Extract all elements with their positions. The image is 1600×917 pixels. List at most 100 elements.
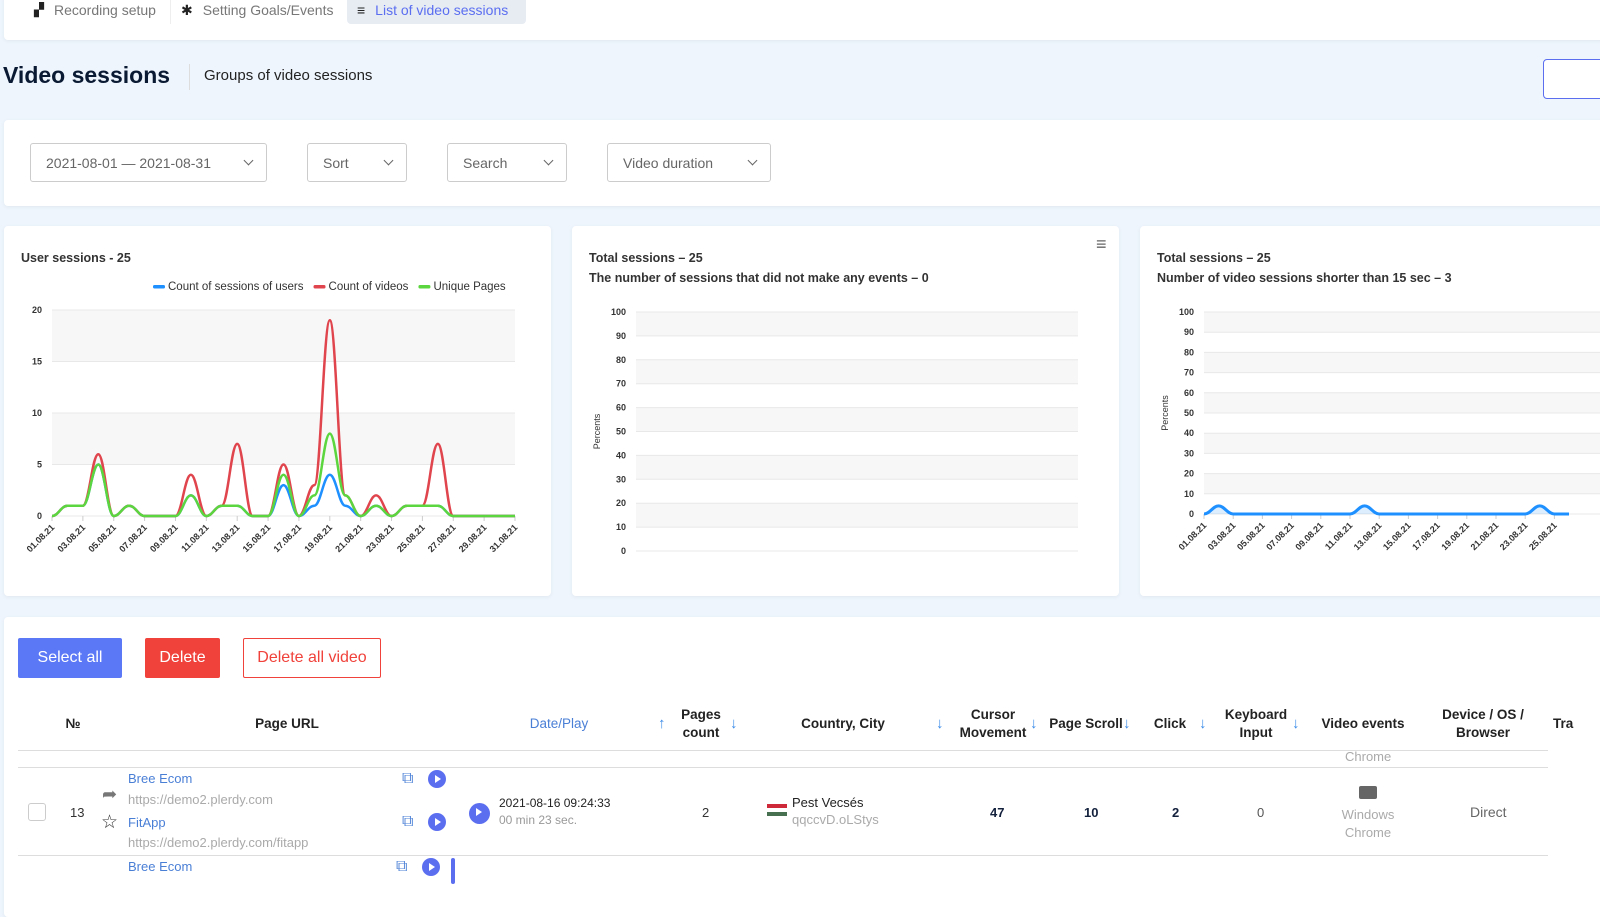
x-tick-label: 11.08.21 [179, 522, 210, 553]
legend-label: Count of videos [329, 281, 409, 293]
city: Pest Vecsés [792, 795, 864, 810]
play-icon[interactable] [428, 813, 446, 831]
external-link-icon[interactable]: ⧉ [402, 770, 413, 788]
external-link-icon[interactable]: ⧉ [396, 858, 407, 876]
session-date: 2021-08-16 09:24:33 [499, 796, 611, 810]
y-tick-label: 0 [1189, 509, 1194, 519]
sort-desc-icon[interactable]: ↓ [1292, 715, 1300, 732]
pages-count: 2 [702, 805, 710, 820]
y-tick-label: 5 [37, 460, 42, 470]
row-divider [18, 767, 1548, 768]
desktop-icon [1359, 786, 1377, 799]
y-tick-label: 10 [1184, 489, 1194, 499]
y-tick-label: 90 [1184, 327, 1194, 337]
x-tick-label: 01.08.21 [25, 522, 57, 554]
y-tick-label: 20 [32, 305, 42, 315]
page-name[interactable]: FitApp [128, 815, 166, 830]
sort-desc-icon[interactable]: ↓ [1123, 715, 1131, 732]
x-tick-label: 21.08.21 [333, 522, 365, 554]
x-tick-label: 11.08.21 [1323, 520, 1354, 551]
grid-band [636, 455, 1078, 480]
x-tick-label: 25.08.21 [395, 522, 427, 554]
y-tick-label: 50 [1184, 408, 1194, 418]
charts-layer: 0510152001.08.21 03.08.21 05.08.21 07.08.21… [25, 281, 1600, 556]
sort-desc-icon[interactable]: ↓ [1030, 715, 1038, 732]
page-url: https://demo2.plerdy.com/fitapp [128, 835, 309, 850]
select-all-button[interactable]: Select all [18, 638, 122, 678]
page-url: https://demo2.plerdy.com [128, 792, 273, 807]
visitor-id: qqccvD.oLStys [792, 812, 879, 827]
y-tick-label: 20 [1184, 469, 1194, 479]
grid-band [1204, 312, 1600, 333]
row-divider [18, 750, 1548, 751]
x-tick-label: 23.08.21 [1498, 520, 1530, 552]
x-tick-label: 19.08.21 [302, 522, 334, 554]
y-tick-label: 10 [616, 522, 626, 532]
traffic-source: Direct [1470, 804, 1507, 820]
delete-button[interactable]: Delete [145, 638, 220, 678]
grid-band [1204, 392, 1600, 413]
grid-band [636, 503, 1078, 528]
header-traffic: Tra [1553, 716, 1574, 731]
click-count: 2 [1172, 805, 1180, 820]
page-scroll: 10 [1084, 805, 1099, 820]
x-tick-label: 23.08.21 [364, 522, 396, 554]
y-axis-label: Percents [592, 413, 602, 449]
scroll-indicator[interactable] [451, 858, 455, 884]
x-tick-label: 07.08.21 [117, 522, 149, 554]
page-name[interactable]: Bree Ecom [128, 859, 192, 874]
x-tick-label: 05.08.21 [1235, 520, 1267, 552]
grid-band [52, 310, 515, 362]
x-tick-label: 19.08.21 [1439, 520, 1471, 552]
row-checkbox[interactable] [28, 803, 46, 821]
play-icon[interactable] [422, 858, 440, 876]
y-tick-label: 70 [616, 379, 626, 389]
share-icon[interactable]: ➦ [102, 784, 117, 805]
x-tick-label: 15.08.21 [1381, 520, 1413, 552]
y-tick-label: 0 [37, 511, 42, 521]
sort-asc-icon[interactable]: ↑ [658, 715, 666, 732]
grid-band [636, 312, 1078, 336]
x-tick-label: 17.08.21 [1410, 520, 1442, 552]
grid-band [1204, 352, 1600, 373]
grid-band [636, 359, 1078, 384]
grid-band [1204, 473, 1600, 494]
header-scroll: Page Scroll [1049, 716, 1123, 731]
sort-desc-icon[interactable]: ↓ [1199, 715, 1207, 732]
legend-swatch [418, 285, 431, 289]
x-tick-label: 17.08.21 [271, 522, 303, 554]
y-tick-label: 50 [616, 427, 626, 437]
x-tick-label: 21.08.21 [1469, 520, 1501, 552]
delete-all-video-button[interactable]: Delete all video [243, 638, 381, 678]
sort-desc-icon[interactable]: ↓ [936, 715, 944, 732]
star-icon[interactable]: ☆ [101, 811, 118, 834]
play-session-button[interactable] [469, 803, 490, 824]
hungary-flag-icon [767, 804, 787, 816]
sort-desc-icon[interactable]: ↓ [730, 715, 738, 732]
x-tick-label: 31.08.21 [488, 522, 520, 554]
header-video-events: Video events [1321, 716, 1405, 731]
x-tick-label: 03.08.21 [55, 522, 87, 554]
y-tick-label: 30 [616, 474, 626, 484]
prev-row-browser: Chrome [1345, 749, 1392, 764]
series-line-0 [1203, 504, 1569, 516]
x-tick-label: 27.08.21 [426, 522, 458, 554]
grid-band [52, 413, 515, 465]
x-tick-label: 05.08.21 [86, 522, 118, 554]
legend-label: Unique Pages [433, 281, 505, 293]
os: Windows [1341, 807, 1395, 822]
x-tick-label: 01.08.21 [1177, 520, 1209, 552]
y-tick-label: 20 [616, 498, 626, 508]
external-link-icon[interactable]: ⧉ [402, 813, 413, 831]
page-name[interactable]: Bree Ecom [128, 771, 192, 786]
y-tick-label: 100 [1179, 307, 1194, 317]
x-tick-label: 09.08.21 [148, 522, 180, 554]
legend-swatch [313, 285, 326, 289]
keyboard-input: 0 [1257, 805, 1265, 820]
play-icon[interactable] [428, 770, 446, 788]
x-tick-label: 13.08.21 [210, 522, 242, 554]
y-tick-label: 0 [621, 546, 626, 556]
header-date-play[interactable]: Date/Play [509, 715, 609, 733]
row-number: 13 [70, 805, 85, 820]
cursor-movement: 47 [990, 805, 1005, 820]
